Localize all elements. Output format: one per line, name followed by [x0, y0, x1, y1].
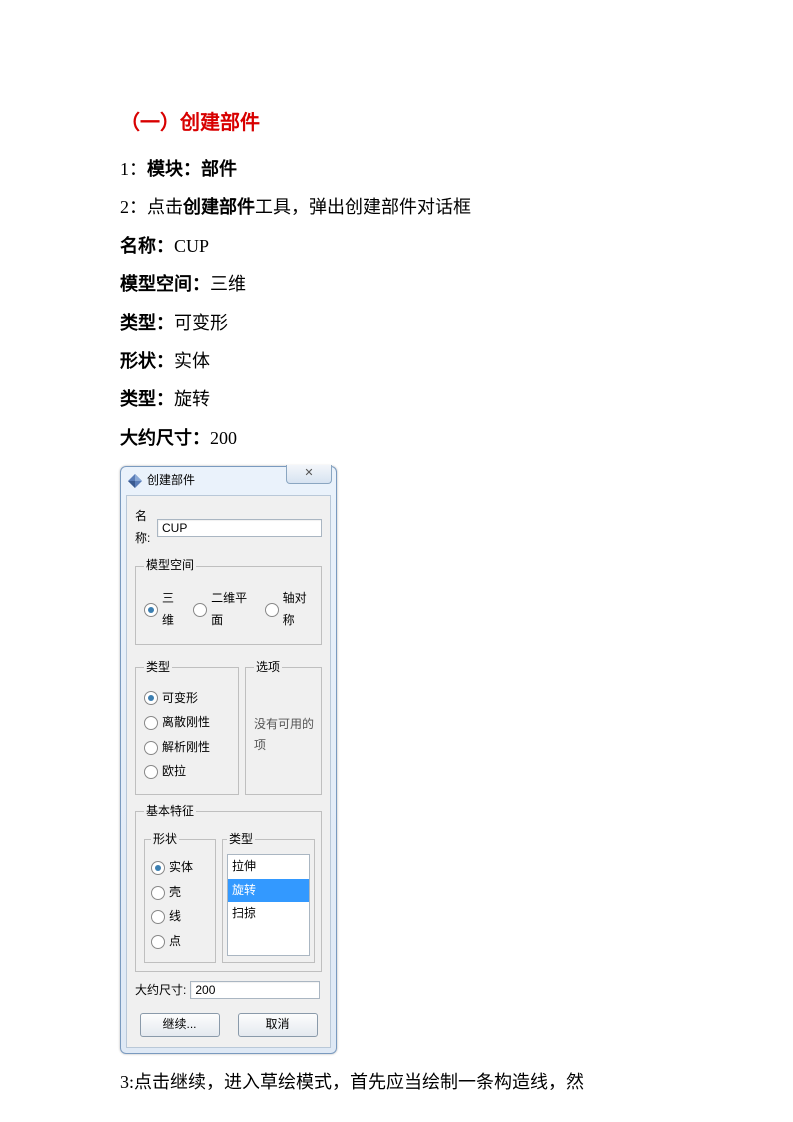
radio-icon	[151, 910, 165, 924]
radio-3d[interactable]: 三维	[144, 588, 183, 631]
dialog-title: 创建部件	[147, 470, 195, 492]
field-type2: 类型：旋转	[120, 383, 673, 415]
step3: 3:点击继续，进入草绘模式，首先应当绘制一条构造线，然	[120, 1066, 673, 1098]
size-input[interactable]	[190, 981, 320, 999]
app-icon	[127, 473, 143, 489]
radio-solid-label: 实体	[169, 857, 193, 879]
radio-axi-label: 轴对称	[283, 588, 315, 631]
radio-icon	[193, 603, 207, 617]
basic-feature-group: 基本特征 形状 实体 壳 线 点 类型 拉伸	[135, 801, 322, 972]
radio-eulerian[interactable]: 欧拉	[144, 761, 232, 783]
field-size-label: 大约尺寸：	[120, 428, 210, 448]
list-legend: 类型	[227, 829, 255, 851]
step2-c: 工具，弹出创建部件对话框	[255, 197, 471, 217]
field-type-val: 可变形	[174, 313, 228, 333]
list-group: 类型 拉伸 旋转 扫掠	[222, 829, 315, 963]
shape-legend: 形状	[151, 829, 179, 851]
radio-point[interactable]: 点	[151, 931, 209, 953]
list-item-extrude[interactable]: 拉伸	[228, 855, 309, 879]
step2-b: 创建部件	[183, 197, 255, 217]
radio-wire-label: 线	[169, 906, 181, 928]
step1: 1：模块：部件	[120, 153, 673, 185]
radio-icon	[144, 741, 158, 755]
radio-icon	[151, 886, 165, 900]
title-bar[interactable]: 创建部件 ✕	[121, 467, 336, 495]
radio-icon	[265, 603, 279, 617]
cancel-button[interactable]: 取消	[238, 1013, 318, 1037]
field-name: 名称：CUP	[120, 230, 673, 262]
close-icon: ✕	[304, 464, 313, 484]
step1-text: 模块：部件	[147, 159, 237, 179]
radio-3d-label: 三维	[162, 588, 183, 631]
radio-2d-label: 二维平面	[211, 588, 255, 631]
type-group: 类型 可变形 离散刚性 解析刚性 欧拉	[135, 657, 239, 795]
radio-shell[interactable]: 壳	[151, 882, 209, 904]
radio-icon	[144, 765, 158, 779]
field-shape: 形状：实体	[120, 345, 673, 377]
field-size-val: 200	[210, 428, 237, 448]
type-listbox[interactable]: 拉伸 旋转 扫掠	[227, 854, 310, 956]
field-size: 大约尺寸：200	[120, 422, 673, 454]
modelspace-group: 模型空间 三维 二维平面 轴对称	[135, 555, 322, 645]
field-type-label: 类型：	[120, 313, 174, 333]
field-name-val: CUP	[174, 236, 209, 256]
step2-a: 2：点击	[120, 197, 183, 217]
radio-icon	[144, 691, 158, 705]
field-shape-val: 实体	[174, 351, 210, 371]
field-mspace-val: 三维	[210, 274, 246, 294]
basic-legend: 基本特征	[144, 801, 196, 823]
modelspace-legend: 模型空间	[144, 555, 196, 577]
radio-discrete-rigid[interactable]: 离散刚性	[144, 712, 232, 734]
radio-deformable[interactable]: 可变形	[144, 688, 232, 710]
radio-icon	[151, 861, 165, 875]
step2: 2：点击创建部件工具，弹出创建部件对话框	[120, 191, 673, 223]
field-name-label: 名称：	[120, 236, 174, 256]
radio-wire[interactable]: 线	[151, 906, 209, 928]
radio-axi[interactable]: 轴对称	[265, 588, 315, 631]
create-part-dialog: 创建部件 ✕ 名称: 模型空间 三维 二维平面 轴对称	[120, 466, 337, 1054]
list-item-revolve[interactable]: 旋转	[228, 879, 309, 903]
continue-button[interactable]: 继续...	[140, 1013, 220, 1037]
type-legend: 类型	[144, 657, 172, 679]
radio-icon	[151, 935, 165, 949]
radio-shell-label: 壳	[169, 882, 181, 904]
field-mspace-label: 模型空间：	[120, 274, 210, 294]
step1-num: 1：	[120, 159, 147, 179]
list-item-sweep[interactable]: 扫掠	[228, 902, 309, 926]
radio-eulerian-label: 欧拉	[162, 761, 186, 783]
radio-deformable-label: 可变形	[162, 688, 198, 710]
name-input[interactable]	[157, 519, 322, 537]
options-empty-text: 没有可用的项	[254, 685, 315, 786]
radio-analytical-rigid-label: 解析刚性	[162, 737, 210, 759]
field-type2-val: 旋转	[174, 389, 210, 409]
options-group: 选项 没有可用的项	[245, 657, 322, 795]
field-modelspace: 模型空间：三维	[120, 268, 673, 300]
close-button[interactable]: ✕	[286, 465, 332, 484]
field-type2-label: 类型：	[120, 389, 174, 409]
radio-2d[interactable]: 二维平面	[193, 588, 255, 631]
field-type: 类型：可变形	[120, 307, 673, 339]
radio-analytical-rigid[interactable]: 解析刚性	[144, 737, 232, 759]
radio-point-label: 点	[169, 931, 181, 953]
field-shape-label: 形状：	[120, 351, 174, 371]
size-label: 大约尺寸:	[135, 980, 186, 1002]
radio-solid[interactable]: 实体	[151, 857, 209, 879]
options-legend: 选项	[254, 657, 282, 679]
section-title: （一）创建部件	[120, 105, 673, 141]
radio-icon	[144, 716, 158, 730]
radio-icon	[144, 603, 158, 617]
name-label: 名称:	[135, 506, 153, 549]
radio-discrete-rigid-label: 离散刚性	[162, 712, 210, 734]
shape-group: 形状 实体 壳 线 点	[144, 829, 216, 963]
